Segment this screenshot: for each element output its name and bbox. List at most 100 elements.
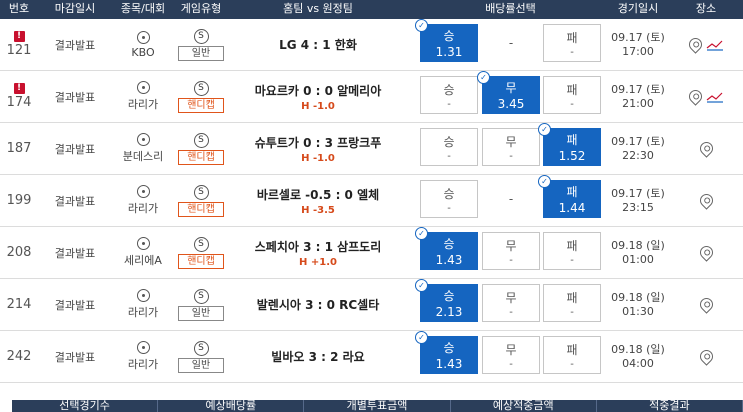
odds-lose-button[interactable]: 패 - <box>543 284 601 322</box>
odds-draw-button: - <box>508 36 514 50</box>
match-date: 09.18 (일) <box>611 238 665 252</box>
s-badge-icon: S <box>193 132 209 148</box>
header-date: 경기일시 <box>617 2 659 15</box>
summary-bar: 선택경기수 예상배당률 개별투표금액 예상적중금액 적중결과 <box>12 400 743 412</box>
summary-expected-win: 예상적중금액 <box>451 400 597 412</box>
game-number: 199 <box>6 193 32 208</box>
league-name: KBO <box>131 45 155 59</box>
check-icon: ✓ <box>477 71 490 84</box>
check-icon: ✓ <box>538 123 551 136</box>
deadline-status: 결과발표 <box>54 142 96 156</box>
match-date: 09.18 (일) <box>611 342 665 356</box>
header-match: 홈팀 vs 원정팀 <box>283 2 353 15</box>
baseball-icon <box>136 30 150 44</box>
s-badge-icon: S <box>193 80 209 96</box>
table-row: ! 121 결과발표 KBO S 일반 LG 4 : 1 한화 ✓ 승 1.31… <box>0 19 743 71</box>
summary-expected-odds: 예상배당률 <box>158 400 305 412</box>
deadline-status: 결과발표 <box>54 350 96 364</box>
match-date: 09.17 (토) <box>611 30 665 44</box>
s-badge-icon: S <box>193 236 209 252</box>
header-no: 번호 <box>8 2 30 15</box>
deadline-status: 결과발표 <box>54 246 96 260</box>
s-badge-icon: S <box>193 288 209 304</box>
odds-lose-button[interactable]: ✓ 패 1.52 <box>538 123 601 166</box>
odds-win-button[interactable]: ✓ 승 2.13 <box>415 279 478 322</box>
header-sport: 종목/대회 <box>120 2 166 15</box>
handicap-line: H -3.5 <box>301 204 335 216</box>
match-time: 22:30 <box>622 148 654 162</box>
soccer-ball-icon <box>136 289 150 302</box>
odds-win-button[interactable]: 승 - <box>420 128 478 166</box>
odds-draw-button[interactable]: ✓ 무 3.45 <box>477 71 540 114</box>
match-score: LG 4 : 1 한화 <box>279 38 357 52</box>
header-deadline: 마감일시 <box>54 2 96 15</box>
odds-draw-button[interactable]: 무 - <box>482 336 540 374</box>
summary-bet-amount: 개별투표금액 <box>304 400 451 412</box>
summary-selected-count: 선택경기수 <box>12 400 159 412</box>
table-row: 208 결과발표 세리에A S 핸디캡 스페치아 3 : 1 삼프도리 H +1… <box>0 227 743 279</box>
odds-lose-button[interactable]: ✓ 패 1.44 <box>538 175 601 218</box>
soccer-ball-icon <box>136 81 150 94</box>
match-score: 스페치아 3 : 1 삼프도리 <box>254 239 382 254</box>
trend-chart-icon[interactable] <box>706 39 724 51</box>
s-badge-icon: S <box>193 184 209 200</box>
soccer-ball-icon <box>136 185 150 198</box>
match-time: 01:00 <box>622 252 654 266</box>
location-pin-icon[interactable] <box>685 87 705 106</box>
header-odds: 배당률선택 <box>485 2 536 15</box>
check-icon: ✓ <box>415 227 428 240</box>
location-pin-icon[interactable] <box>696 243 716 262</box>
match-time: 04:00 <box>622 356 654 370</box>
handicap-line: H -1.0 <box>301 152 335 164</box>
odds-win-button[interactable]: ✓ 승 1.43 <box>415 331 478 374</box>
match-time: 21:00 <box>622 96 654 110</box>
check-icon: ✓ <box>415 19 428 32</box>
game-number: 121 <box>6 43 32 58</box>
game-type-tag: 핸디캡 <box>178 149 224 165</box>
game-number: 174 <box>6 95 32 110</box>
odds-draw-button: - <box>508 192 514 206</box>
table-row: ! 174 결과발표 라리가 S 핸디캡 마요르카 0 : 0 알메리아 H -… <box>0 71 743 123</box>
odds-lose-button[interactable]: 패 - <box>543 76 601 114</box>
trend-chart-icon[interactable] <box>706 91 724 103</box>
league-name: 라리가 <box>127 98 159 111</box>
odds-draw-button[interactable]: 무 - <box>482 284 540 322</box>
game-type-tag: 핸디캡 <box>178 97 224 113</box>
deadline-status: 결과발표 <box>54 194 96 208</box>
location-pin-icon[interactable] <box>696 139 716 158</box>
handicap-line: H -1.0 <box>301 100 335 112</box>
match-time: 01:30 <box>622 304 654 318</box>
location-pin-icon[interactable] <box>696 295 716 314</box>
soccer-ball-icon <box>136 341 150 354</box>
deadline-status: 결과발표 <box>54 298 96 312</box>
warning-icon: ! <box>13 83 25 94</box>
odds-lose-button[interactable]: 패 - <box>543 232 601 270</box>
check-icon: ✓ <box>538 175 551 188</box>
table-row: 214 결과발표 라리가 S 일반 발렌시아 3 : 0 RC셀타 ✓ 승 2.… <box>0 279 743 331</box>
table-header: 번호 마감일시 종목/대회 게임유형 홈팀 vs 원정팀 배당률선택 경기일시 … <box>0 0 743 19</box>
table-row: 199 결과발표 라리가 S 핸디캡 바르셀로 -0.5 : 0 엘체 H -3… <box>0 175 743 227</box>
odds-draw-button[interactable]: 무 - <box>482 232 540 270</box>
game-type-tag: 일반 <box>178 45 224 61</box>
header-game-type: 게임유형 <box>180 2 222 15</box>
match-time: 17:00 <box>622 44 654 58</box>
match-date: 09.17 (토) <box>611 186 665 200</box>
odds-win-button[interactable]: 승 - <box>420 76 478 114</box>
location-pin-icon[interactable] <box>696 191 716 210</box>
summary-result: 적중결과 <box>597 400 743 412</box>
odds-lose-button[interactable]: 패 - <box>543 336 601 374</box>
match-score: 발렌시아 3 : 0 RC셀타 <box>256 298 380 312</box>
s-badge-icon: S <box>193 340 209 356</box>
odds-win-button[interactable]: ✓ 승 1.43 <box>415 227 478 270</box>
match-score: 마요르카 0 : 0 알메리아 <box>254 83 382 98</box>
location-pin-icon[interactable] <box>685 35 705 54</box>
odds-draw-button[interactable]: 무 - <box>482 128 540 166</box>
odds-win-button[interactable]: ✓ 승 1.31 <box>415 19 478 62</box>
game-number: 187 <box>6 141 32 156</box>
location-pin-icon[interactable] <box>696 347 716 366</box>
soccer-ball-icon <box>136 237 150 250</box>
odds-win-button[interactable]: 승 - <box>420 180 478 218</box>
odds-lose-button[interactable]: 패 - <box>543 24 601 62</box>
game-number: 214 <box>6 297 32 312</box>
match-date: 09.17 (토) <box>611 134 665 148</box>
